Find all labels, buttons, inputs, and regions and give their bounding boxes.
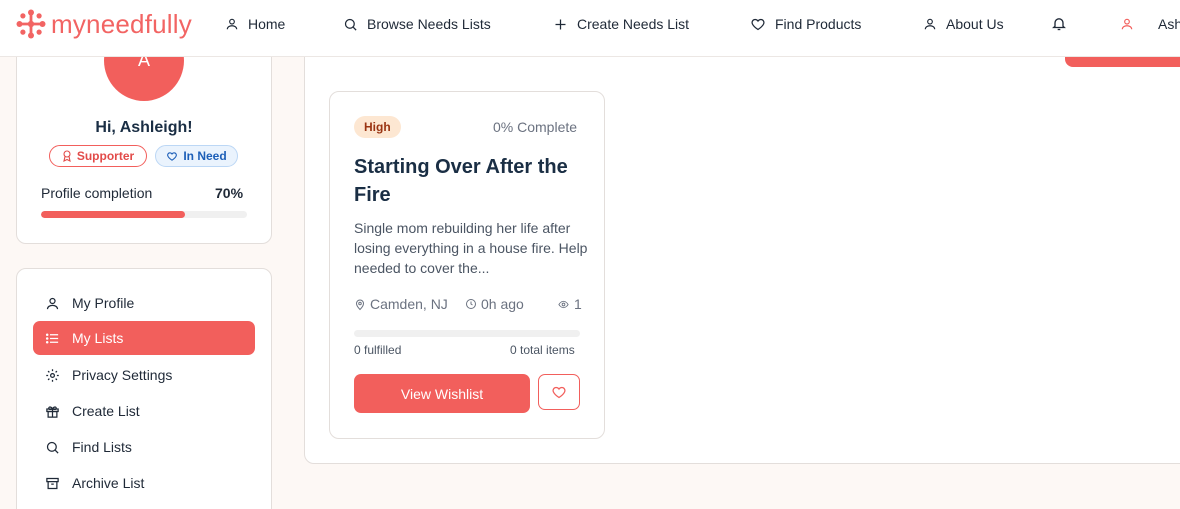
sidebar-item-my-lists[interactable]: My Lists [33, 321, 255, 355]
notifications-button[interactable] [1051, 15, 1067, 37]
in-need-badge-label: In Need [183, 149, 227, 163]
plus-icon [555, 19, 566, 29]
wishlist-progress-bar [354, 330, 580, 337]
gear-icon [46, 368, 59, 382]
map-pin-icon [355, 299, 365, 310]
sidebar-item-label: My Profile [72, 295, 135, 311]
sidebar-item-label: My Lists [72, 330, 124, 346]
total-items-count: 0 total items [510, 343, 575, 357]
completion-status: 0% Complete [493, 119, 578, 135]
profile-completion-bar [41, 211, 247, 218]
nav-create-label: Create Needs List [577, 16, 690, 32]
user-name: Ash [1158, 16, 1180, 32]
location-text: Camden, NJ [370, 296, 448, 312]
supporter-badge: Supporter [49, 145, 147, 167]
nav-about-label: About Us [946, 16, 1004, 32]
bell-icon [1052, 18, 1066, 31]
view-count: 1 [557, 296, 582, 312]
heart-icon [552, 386, 566, 398]
search-icon [46, 441, 59, 454]
clock-icon [466, 299, 476, 309]
search-icon [344, 18, 357, 31]
view-wishlist-button[interactable]: View Wishlist [354, 374, 530, 413]
wishlist-title[interactable]: Starting Over After the Fire [354, 153, 584, 209]
wishlist-description: Single mom rebuilding her life after los… [354, 220, 588, 276]
sidebar-item-label: Privacy Settings [72, 367, 173, 383]
nav-home-label: Home [248, 16, 286, 32]
list-icon [45, 333, 59, 343]
user-icon [226, 18, 238, 30]
nav-find-products-label: Find Products [775, 16, 862, 32]
favorite-button[interactable] [538, 374, 580, 410]
eye-icon [558, 300, 569, 308]
location: Camden, NJ [354, 296, 448, 312]
user-icon [924, 18, 936, 30]
user-icon [46, 297, 59, 309]
nav-create[interactable]: Create Needs List [553, 0, 689, 48]
sidebar-item-create-list[interactable]: Create List [33, 394, 255, 428]
sidebar-item-find-lists[interactable]: Find Lists [33, 430, 255, 464]
award-icon [63, 150, 71, 162]
nav-home[interactable]: Home [225, 0, 285, 48]
logo-icon [16, 9, 46, 39]
user-menu[interactable]: Ash [1120, 0, 1180, 48]
gift-icon [46, 405, 59, 418]
profile-completion-value: 70% [215, 185, 244, 201]
user-icon [1121, 18, 1133, 30]
sidebar-item-privacy-settings[interactable]: Privacy Settings [33, 358, 255, 392]
timestamp-text: 0h ago [481, 296, 524, 312]
heart-icon [167, 151, 178, 161]
logo[interactable]: myneedfully [15, 8, 192, 40]
sidebar-item-label: Archive List [72, 475, 145, 491]
supporter-badge-label: Supporter [76, 149, 135, 163]
in-need-badge: In Need [155, 145, 238, 167]
priority-badge: High [354, 116, 401, 138]
sidebar-item-label: Find Lists [72, 439, 132, 455]
profile-completion-fill [41, 211, 186, 218]
nav-browse[interactable]: Browse Needs Lists [343, 0, 491, 48]
sidebar-item-my-profile[interactable]: My Profile [33, 286, 255, 320]
greeting: Hi, Ashleigh! [95, 119, 193, 136]
sidebar-item-archive-list[interactable]: Archive List [33, 466, 255, 500]
sidebar-item-label: Create List [72, 403, 140, 419]
archive-icon [46, 477, 59, 489]
nav-find-products[interactable]: Find Products [750, 0, 861, 48]
heart-icon [751, 18, 765, 30]
profile-completion-label: Profile completion [41, 185, 153, 201]
nav-browse-label: Browse Needs Lists [367, 16, 491, 32]
nav-about[interactable]: About Us [923, 0, 1004, 48]
top-navigation: myneedfully Home Browse Needs Lists Crea… [0, 0, 1180, 57]
fulfilled-count: 0 fulfilled [354, 343, 402, 357]
logo-text: myneedfully [51, 8, 192, 39]
view-count-text: 1 [574, 296, 582, 312]
timestamp: 0h ago [465, 296, 524, 312]
